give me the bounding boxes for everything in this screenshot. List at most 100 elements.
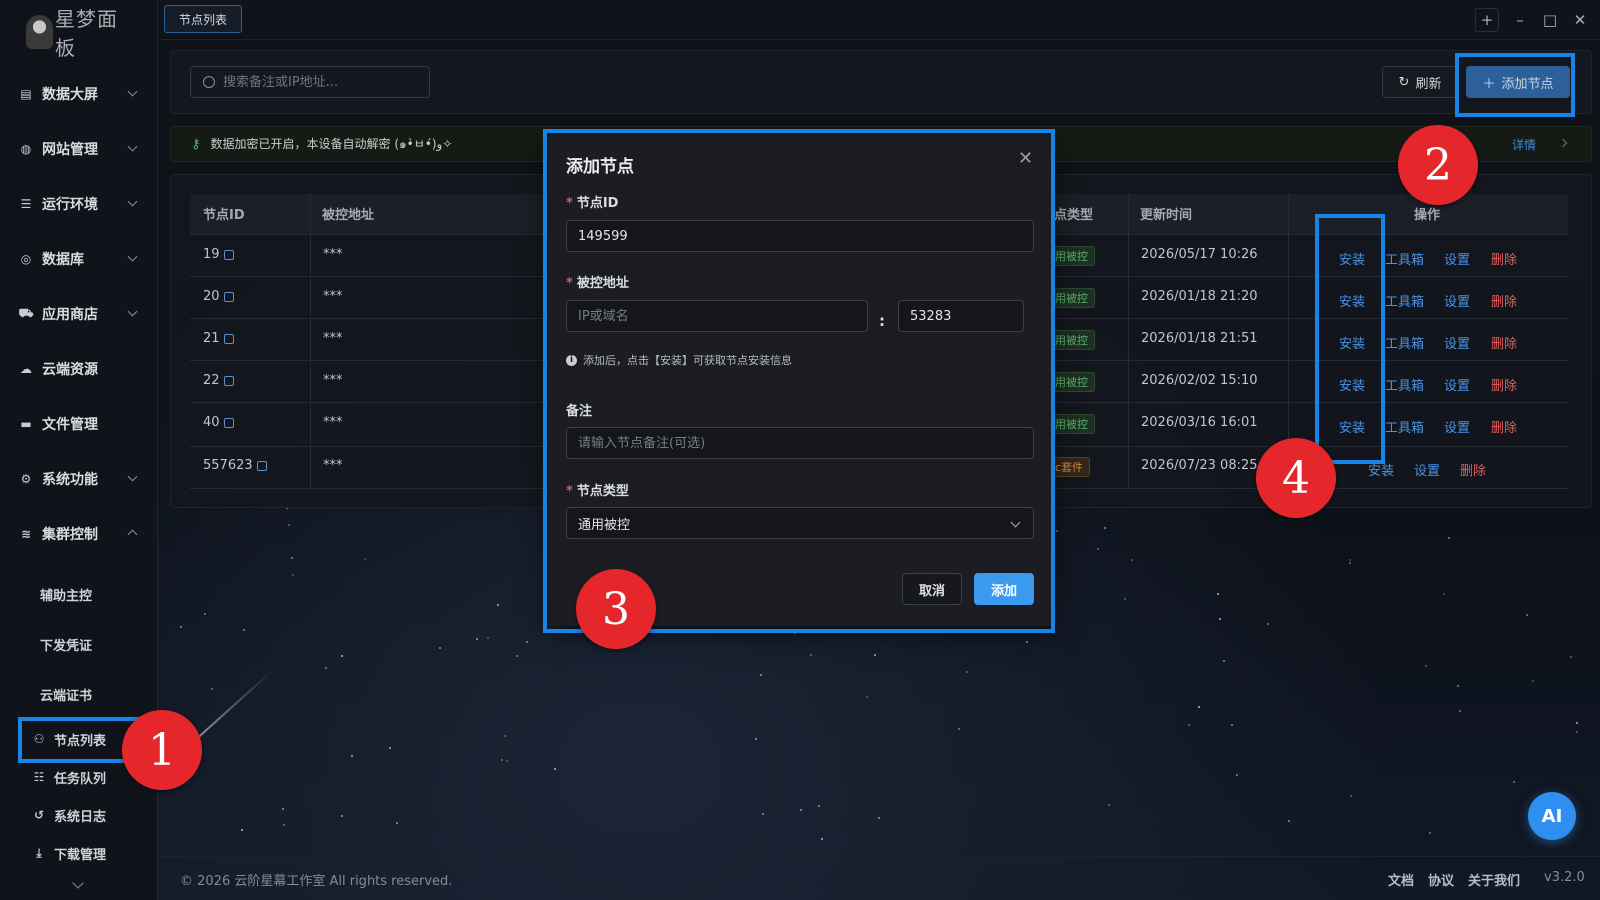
toolbox-link[interactable]: 工具箱 (1385, 291, 1424, 310)
note-label: 备注 (566, 404, 593, 419)
note-field[interactable] (566, 427, 1034, 459)
docs-link[interactable]: 文档 (1388, 870, 1414, 889)
address-cell: *** (323, 247, 343, 262)
refresh-button[interactable]: ↻ 刷新 (1382, 66, 1458, 98)
cart-icon: ⛟ (18, 306, 34, 320)
ai-assistant-button[interactable]: AI (1528, 792, 1576, 840)
sidebar-item-credentials[interactable]: 下发凭证 (40, 633, 92, 655)
note-input[interactable] (578, 435, 1033, 451)
app-logo[interactable]: 星梦面板 (26, 7, 136, 60)
chevron-down-icon (127, 471, 138, 482)
delete-link[interactable]: 删除 (1491, 249, 1517, 268)
highlight-install-column (1315, 214, 1385, 464)
copy-icon[interactable] (223, 375, 234, 386)
star (1235, 773, 1238, 776)
settings-link[interactable]: 设置 (1444, 291, 1470, 310)
star (290, 557, 293, 560)
address-cell: *** (323, 331, 343, 346)
sidebar-item-dashboard[interactable]: ▤ 数据大屏 (18, 82, 140, 106)
host-input[interactable] (578, 308, 867, 324)
updated-cell: 2026/01/18 21:51 (1141, 331, 1258, 346)
delete-link[interactable]: 删除 (1491, 417, 1517, 436)
address-label: * 被控地址 (566, 272, 629, 291)
close-icon[interactable]: ✕ (1018, 148, 1033, 169)
port-input[interactable] (910, 308, 1023, 324)
star (1349, 795, 1352, 798)
delete-link[interactable]: 删除 (1491, 375, 1517, 394)
minimize-icon[interactable]: – (1508, 8, 1532, 32)
host-field[interactable] (566, 300, 868, 332)
star (179, 625, 182, 628)
toolbox-link[interactable]: 工具箱 (1385, 375, 1424, 394)
maximize-icon[interactable]: □ (1538, 8, 1562, 32)
column-header-node-id: 节点ID (203, 208, 245, 223)
add-button[interactable]: 添加 (974, 573, 1034, 605)
star (500, 758, 503, 761)
cancel-button[interactable]: 取消 (902, 573, 962, 605)
address-cell: *** (323, 373, 343, 388)
sidebar-item-system[interactable]: ⚙ 系统功能 (18, 467, 140, 491)
sidebar-item-aux-master[interactable]: 辅助主控 (40, 583, 92, 605)
refresh-icon: ↻ (1398, 74, 1410, 90)
sidebar-item-files[interactable]: ▬ 文件管理 (18, 412, 140, 436)
port-field[interactable] (898, 300, 1024, 332)
sidebar-item-system-log[interactable]: ↺ 系统日志 (32, 804, 106, 826)
star (475, 637, 478, 640)
sidebar-item-websites[interactable]: ◍ 网站管理 (18, 137, 140, 161)
sidebar-item-app-store[interactable]: ⛟ 应用商店 (18, 302, 140, 326)
settings-link[interactable]: 设置 (1414, 460, 1440, 479)
column-header-updated: 更新时间 (1140, 208, 1193, 223)
agreement-link[interactable]: 协议 (1428, 870, 1454, 889)
star (1026, 640, 1029, 643)
copy-icon[interactable] (223, 291, 234, 302)
settings-link[interactable]: 设置 (1444, 249, 1470, 268)
copy-icon[interactable] (223, 249, 234, 260)
delete-link[interactable]: 删除 (1491, 333, 1517, 352)
node-id-field[interactable] (566, 220, 1034, 252)
search-input[interactable] (223, 74, 413, 90)
delete-link[interactable]: 删除 (1460, 460, 1486, 479)
sidebar-item-runtime[interactable]: ☰ 运行环境 (18, 192, 140, 216)
copyright-text: © 2026 云阶星幕工作室 All rights reserved. (180, 874, 453, 889)
toolbox-link[interactable]: 工具箱 (1385, 417, 1424, 436)
toolbox-link[interactable]: 工具箱 (1385, 333, 1424, 352)
sidebar-item-label: 网站管理 (42, 142, 98, 158)
sidebar-item-cloud[interactable]: ☁ 云端资源 (18, 357, 140, 381)
node-id-label: * 节点ID (566, 192, 618, 211)
node-id-input[interactable] (578, 228, 1033, 244)
notice-detail-link[interactable]: 详情 (1512, 136, 1536, 153)
node-id-text: 21 (203, 331, 220, 346)
tab-node-list[interactable]: 节点列表 (164, 5, 242, 33)
sidebar-item-cluster[interactable]: ≋ 集群控制 (18, 522, 140, 546)
star (287, 523, 290, 526)
column-divider (310, 194, 311, 488)
settings-link[interactable]: 设置 (1444, 417, 1470, 436)
sidebar-item-task-queue[interactable]: ☷ 任务队列 (32, 766, 106, 788)
search-field[interactable] (190, 66, 430, 98)
type-tag: 用被控 (1048, 414, 1095, 434)
toolbox-link[interactable]: 工具箱 (1385, 249, 1424, 268)
copy-icon[interactable] (256, 460, 267, 471)
sidebar-item-downloads[interactable]: ⤓ 下载管理 (32, 842, 106, 864)
step-badge-4: 4 (1256, 438, 1336, 518)
copy-icon[interactable] (223, 333, 234, 344)
star (350, 754, 353, 757)
node-id-cell: 557623 (203, 458, 267, 473)
delete-link[interactable]: 删除 (1491, 291, 1517, 310)
settings-link[interactable]: 设置 (1444, 375, 1470, 394)
sidebar-item-database[interactable]: ◎ 数据库 (18, 247, 140, 271)
settings-link[interactable]: 设置 (1444, 333, 1470, 352)
node-id-cell: 21 (203, 331, 234, 346)
new-tab-plus-icon[interactable]: + (1475, 8, 1499, 32)
copy-icon[interactable] (223, 417, 234, 428)
updated-cell: 2026/07/23 08:25 (1141, 458, 1258, 473)
node-id-cell: 20 (203, 289, 234, 304)
address-label-text: 被控地址 (576, 276, 629, 291)
star (1456, 684, 1459, 687)
close-window-icon[interactable]: ✕ (1568, 8, 1592, 32)
about-link[interactable]: 关于我们 (1468, 870, 1520, 889)
sidebar-item-certificates[interactable]: 云端证书 (40, 683, 92, 705)
column-divider (1128, 194, 1129, 488)
scroll-down-chevron-icon[interactable] (72, 877, 84, 889)
node-type-select[interactable]: 通用被控 (566, 507, 1034, 539)
